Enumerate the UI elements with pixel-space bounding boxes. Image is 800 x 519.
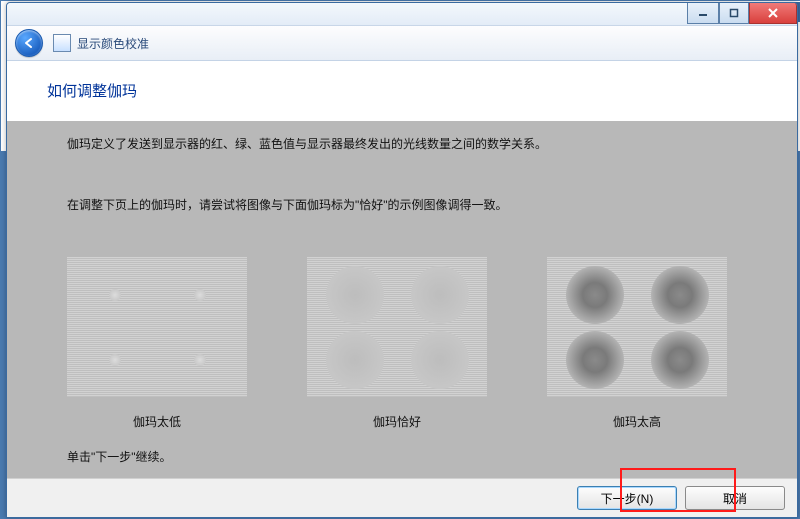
sample-label-good: 伽玛恰好 (307, 413, 487, 430)
maximize-button[interactable] (719, 3, 749, 24)
sample-gamma-low: 伽玛太低 (67, 257, 247, 430)
footer: 下一步(N) 取消 (7, 478, 797, 517)
sample-row: 伽玛太低 伽玛恰好 (67, 257, 757, 430)
sample-gamma-good: 伽玛恰好 (307, 257, 487, 430)
app-title: 显示颜色校准 (77, 35, 149, 52)
description-2: 在调整下页上的伽玛时，请尝试将图像与下面伽玛标为"恰好"的示例图像调得一致。 (67, 196, 757, 213)
next-button[interactable]: 下一步(N) (577, 486, 677, 510)
titlebar[interactable] (7, 3, 797, 26)
close-button[interactable] (749, 3, 797, 24)
main-window: 显示颜色校准 如何调整伽玛 伽玛定义了发送到显示器的红、绿、蓝色值与显示器最终发… (6, 2, 798, 518)
sample-gamma-high: 伽玛太高 (547, 257, 727, 430)
app-icon (53, 34, 71, 52)
sample-label-low: 伽玛太低 (67, 413, 247, 430)
sample-label-high: 伽玛太高 (547, 413, 727, 430)
content-body: 伽玛定义了发送到显示器的红、绿、蓝色值与显示器最终发出的光线数量之间的数学关系。… (7, 121, 797, 479)
toolbar: 显示颜色校准 (7, 26, 797, 61)
sample-image-good (307, 257, 487, 397)
content-area: 如何调整伽玛 伽玛定义了发送到显示器的红、绿、蓝色值与显示器最终发出的光线数量之… (7, 60, 797, 479)
continue-hint: 单击"下一步"继续。 (67, 448, 757, 465)
sample-image-high (547, 257, 727, 397)
sample-image-low (67, 257, 247, 397)
page-heading: 如何调整伽玛 (47, 80, 757, 101)
description-1: 伽玛定义了发送到显示器的红、绿、蓝色值与显示器最终发出的光线数量之间的数学关系。 (67, 135, 757, 152)
minimize-button[interactable] (687, 3, 719, 24)
cancel-button[interactable]: 取消 (685, 486, 785, 510)
back-button[interactable] (15, 29, 43, 57)
